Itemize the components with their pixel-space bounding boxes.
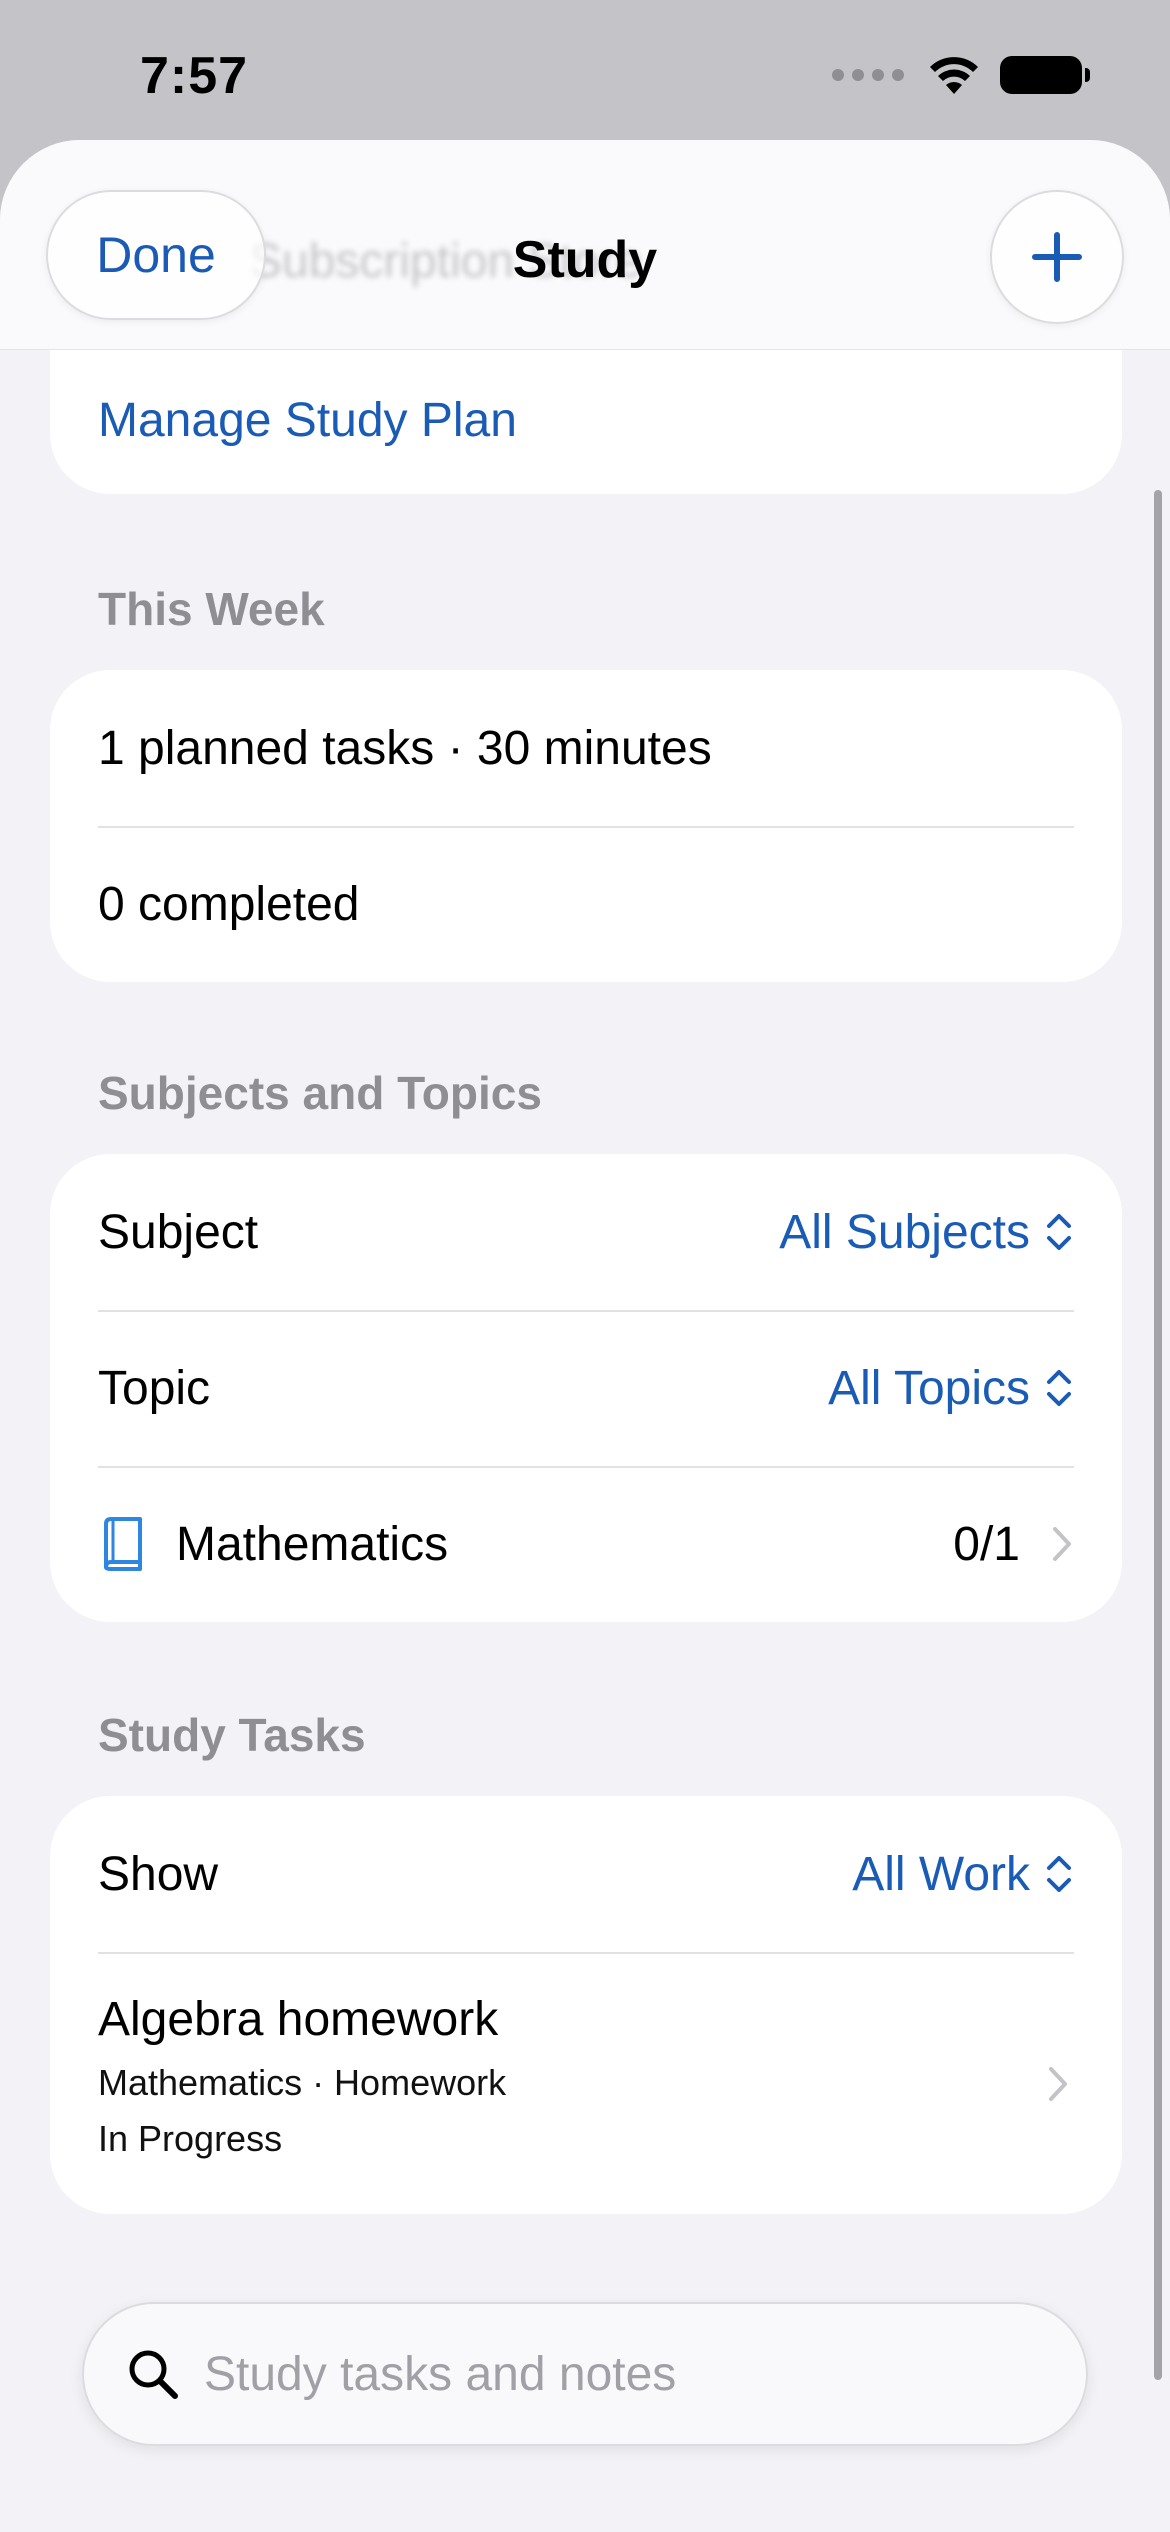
completed-text: 0 completed [98, 877, 360, 931]
section-header-this-week: This Week [98, 583, 325, 635]
vertical-scrollbar[interactable] [1154, 490, 1162, 2380]
topic-picker[interactable]: All Topics [828, 1361, 1074, 1416]
task-status: In Progress [98, 2118, 283, 2159]
search-bar[interactable] [82, 2302, 1088, 2446]
status-icons [832, 54, 1090, 96]
manage-study-plan-link[interactable]: Manage Study Plan [98, 393, 517, 448]
navigation-bar: Subscription Store Done Study [0, 140, 1170, 350]
add-button[interactable] [990, 190, 1124, 324]
status-time: 7:57 [140, 47, 249, 105]
section-header-study-tasks: Study Tasks [98, 1709, 366, 1761]
completed-row: 0 completed [50, 826, 1122, 982]
topic-picker-row[interactable]: Topic All Topics [50, 1310, 1122, 1466]
show-label: Show [98, 1847, 219, 1901]
book-icon [104, 1517, 142, 1571]
plus-icon [1032, 232, 1082, 282]
chevron-up-down-icon [1047, 1370, 1071, 1406]
section-header-subjects: Subjects and Topics [98, 1067, 542, 1119]
chevron-right-icon [1049, 2067, 1067, 2101]
subject-item-label: Mathematics [176, 1517, 449, 1571]
show-filter-value: All Work [852, 1847, 1030, 1901]
show-filter-picker[interactable]: All Work [852, 1847, 1074, 1902]
planned-tasks-row: 1 planned tasks · 30 minutes [50, 670, 1122, 826]
subject-label: Subject [98, 1205, 259, 1259]
topic-picker-value: All Topics [828, 1361, 1030, 1415]
study-tasks-group: Show All Work Algebra homework Mathemati… [50, 1796, 1122, 2214]
search-input[interactable] [204, 2346, 1064, 2402]
subject-picker[interactable]: All Subjects [779, 1205, 1074, 1260]
chevron-up-down-icon [1047, 1214, 1071, 1250]
subject-item-progress: 0/1 [953, 1517, 1020, 1571]
subject-picker-row[interactable]: Subject All Subjects [50, 1154, 1122, 1310]
study-sheet: Subscription Store Done Study Manage Stu… [0, 140, 1170, 2532]
task-subtitle: Mathematics · Homework [98, 2062, 507, 2103]
manage-study-plan-row[interactable]: Manage Study Plan [50, 346, 1122, 494]
wifi-icon [930, 57, 978, 94]
planned-tasks-text: 1 planned tasks · 30 minutes [98, 721, 712, 775]
subjects-group: Subject All Subjects Topic All Topics Ma… [50, 1154, 1122, 1622]
cellular-signal-icon [832, 69, 904, 81]
subject-picker-value: All Subjects [779, 1205, 1030, 1259]
show-filter-row[interactable]: Show All Work [50, 1796, 1122, 1952]
task-title: Algebra homework [98, 1993, 499, 2046]
chevron-right-icon [1053, 1527, 1071, 1561]
chevron-up-down-icon [1047, 1856, 1071, 1892]
search-icon [129, 2350, 178, 2399]
status-bar: 7:57 [0, 0, 1170, 140]
this-week-group: 1 planned tasks · 30 minutes 0 completed [50, 670, 1122, 982]
task-item-algebra-homework[interactable]: Algebra homework Mathematics · Homework … [50, 1952, 1122, 2214]
topic-label: Topic [98, 1361, 211, 1415]
battery-icon [1000, 56, 1090, 94]
subject-item-mathematics[interactable]: Mathematics 0/1 [50, 1466, 1122, 1622]
